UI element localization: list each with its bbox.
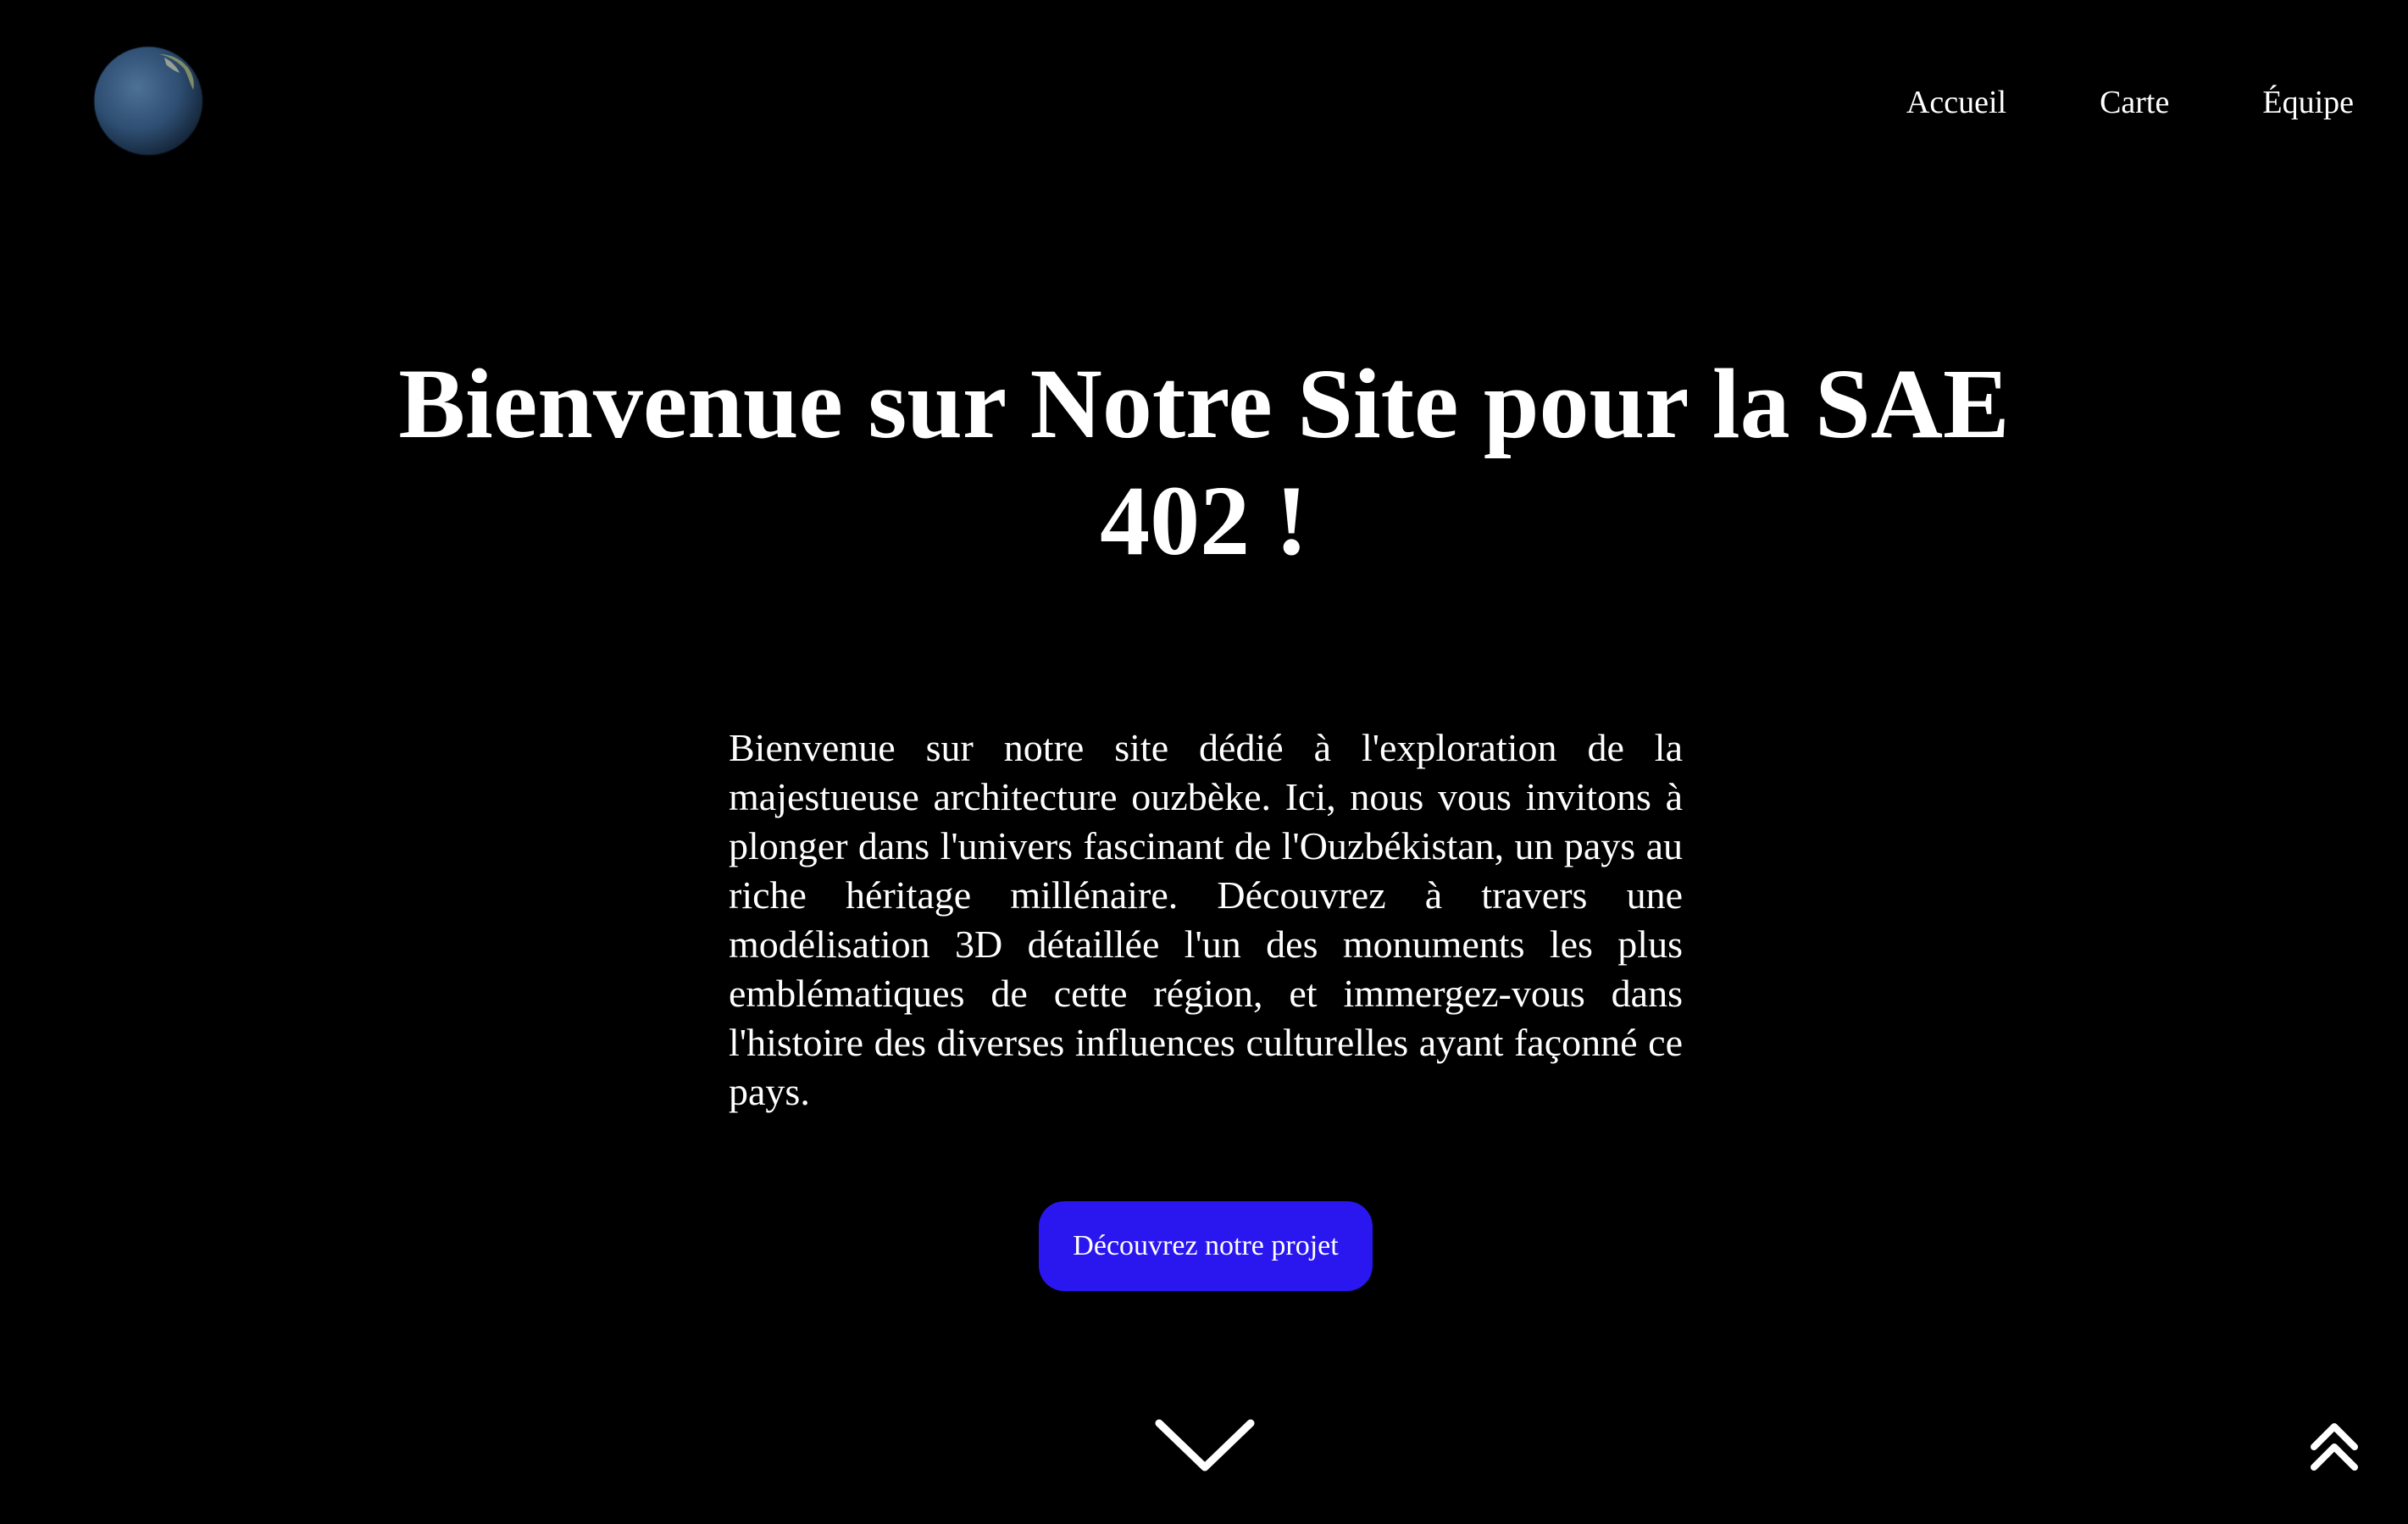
page: Accueil Carte Équipe Bienvenue sur Notre… (0, 0, 2408, 1524)
double-chevron-up-icon[interactable] (2310, 1420, 2359, 1472)
chevron-down-icon[interactable] (1154, 1416, 1256, 1477)
main-nav: Accueil Carte Équipe (1906, 80, 2354, 125)
globe-icon[interactable] (93, 46, 203, 156)
page-title: Bienvenue sur Notre Site pour la SAE 402… (398, 348, 2010, 576)
nav-link-equipe[interactable]: Équipe (2262, 80, 2354, 125)
nav-link-carte[interactable]: Carte (2100, 80, 2169, 125)
discover-project-button[interactable]: Découvrez notre projet (1039, 1201, 1373, 1291)
nav-link-accueil[interactable]: Accueil (1906, 80, 2006, 125)
intro-paragraph: Bienvenue sur notre site dédié à l'explo… (729, 726, 1683, 1113)
